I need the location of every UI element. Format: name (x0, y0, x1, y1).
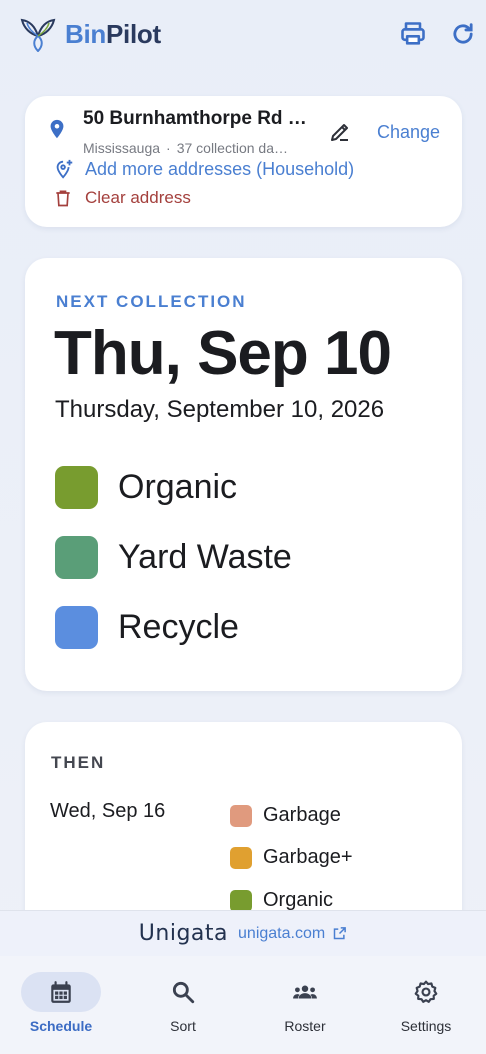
refresh-icon[interactable] (449, 20, 477, 48)
unigata-link[interactable]: unigata.com (238, 925, 347, 943)
unigata-link-label: unigata.com (238, 924, 326, 942)
unigata-logo: Unigata (138, 921, 229, 946)
then-bin-item: Organic (230, 889, 333, 912)
nav-label: Settings (400, 1018, 452, 1034)
next-collection-label: NEXT COLLECTION (56, 292, 247, 311)
external-link-icon (333, 927, 347, 940)
top-bar: BinPilot (0, 0, 486, 70)
bin-item: Yard Waste (55, 536, 292, 579)
address-separator: · (166, 140, 171, 156)
print-icon[interactable] (399, 20, 427, 48)
then-bin-item: Garbage (230, 804, 341, 827)
add-location-icon (56, 159, 73, 179)
bin-swatch (55, 466, 98, 509)
bin-item: Organic (55, 466, 237, 509)
bin-swatch (230, 846, 252, 869)
location-pin-icon (46, 118, 68, 140)
nav-roster[interactable]: Roster (255, 972, 355, 1034)
then-bin-item: Garbage+ (230, 846, 353, 869)
group-icon (265, 972, 345, 1012)
address-subtitle: Mississauga · 37 collection da… (83, 140, 313, 156)
bin-swatch (230, 889, 252, 912)
collection-count: 37 collection da… (176, 140, 288, 156)
trillium-logo-icon (20, 18, 56, 52)
bin-swatch (55, 606, 98, 649)
change-address-button[interactable]: Change (377, 122, 440, 143)
address-title: 50 Burnhamthorpe Rd … (83, 108, 307, 129)
nav-schedule[interactable]: Schedule (11, 972, 111, 1034)
clear-address-button[interactable]: Clear address (53, 188, 191, 208)
brand-part-bin: Bin (65, 18, 106, 49)
next-collection-date: Thu, Sep 10 (54, 319, 392, 388)
add-address-label: Add more addresses (Household) (85, 158, 355, 179)
brand-part-pilot: Pilot (105, 18, 161, 49)
bin-name: Recycle (118, 608, 239, 646)
then-date: Wed, Sep 16 (50, 800, 166, 822)
bin-name: Garbage+ (263, 846, 353, 868)
nav-settings[interactable]: Settings (376, 972, 476, 1034)
bin-item: Recycle (55, 606, 239, 649)
gear-icon (386, 972, 466, 1012)
nav-sort[interactable]: Sort (133, 972, 233, 1034)
nav-label: Roster (284, 1018, 326, 1034)
next-collection-card: NEXT COLLECTION Thu, Sep 10 Thursday, Se… (25, 258, 462, 691)
bin-name: Organic (263, 889, 334, 911)
next-collection-full-date: Thursday, September 10, 2026 (55, 396, 385, 423)
promo-bar: Unigata unigata.com (0, 910, 486, 956)
bin-name: Yard Waste (118, 538, 292, 576)
search-icon (143, 972, 223, 1012)
calendar-icon (21, 972, 101, 1012)
bin-name: Garbage (263, 804, 341, 826)
app-title: BinPilot (65, 19, 161, 50)
trash-icon (56, 190, 70, 207)
bin-swatch (230, 804, 252, 827)
app-logo: BinPilot (20, 16, 161, 52)
edit-address-icon[interactable] (328, 120, 352, 144)
bottom-nav: Schedule Sort Roster Settings (0, 956, 486, 1054)
clear-address-label: Clear address (85, 188, 191, 207)
add-address-button[interactable]: Add more addresses (Household) (53, 158, 354, 180)
nav-label: Sort (170, 1018, 196, 1034)
address-city: Mississauga (83, 140, 161, 156)
nav-label: Schedule (29, 1018, 93, 1034)
bin-name: Organic (118, 468, 238, 506)
then-label: THEN (51, 753, 106, 772)
bin-swatch (55, 536, 98, 579)
address-card: 50 Burnhamthorpe Rd … Mississauga · 37 col… (25, 96, 462, 227)
